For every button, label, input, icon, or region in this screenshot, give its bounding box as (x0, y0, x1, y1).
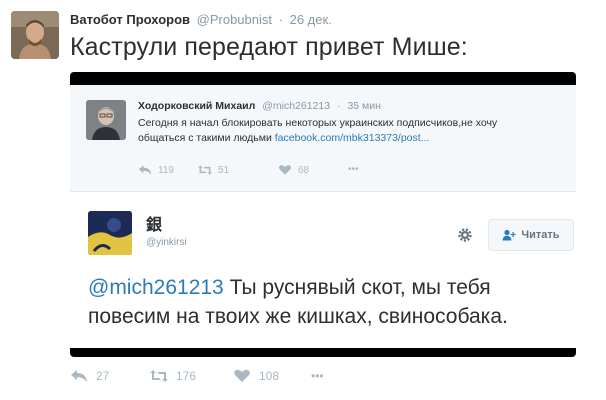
embedded-text-line-2: повесим на твоих же кишках, свинособака. (88, 305, 508, 328)
reply-count: 27 (96, 369, 110, 383)
author-avatar[interactable] (11, 11, 59, 59)
embedded-time: 35 мин (347, 100, 381, 112)
heart-icon (278, 165, 292, 175)
embedded-reply-count: 119 (158, 164, 174, 176)
follow-button-label: Читать (521, 229, 560, 241)
embedded-avatar-khodorkovsky (86, 100, 126, 140)
tweet: Ватобот Прохоров @Probubnist · 26 дек. К… (0, 0, 606, 400)
embedded-author-handle: @mich261213 (262, 100, 331, 112)
embedded-like-count: 68 (298, 164, 310, 176)
embedded-tweet-text-yinkirsi: @mich261213 Ты руснявый скот, мы тебя по… (88, 273, 572, 331)
author-avatar-image (11, 11, 59, 59)
embedded-text-line-2-prefix: общаться с такими людьми (138, 132, 275, 144)
reply-icon (138, 165, 152, 175)
add-user-icon (502, 229, 517, 241)
khodorkovsky-photo (86, 100, 126, 140)
embedded-author-name-yinkirsi: 銀 (146, 217, 163, 234)
like-count: 108 (259, 369, 280, 383)
author-handle[interactable]: @Probubnist (197, 12, 272, 27)
retweet-count: 176 (176, 369, 197, 383)
embedded-text-line-1: Сегодня я начал блокировать некоторых ук… (138, 117, 498, 129)
yinkirsi-avatar-image (88, 211, 132, 255)
embedded-dot: · (337, 100, 341, 112)
more-icon[interactable]: ••• (311, 369, 324, 383)
embedded-retweet-count: 51 (218, 164, 230, 176)
gear-icon-glyph (458, 228, 472, 242)
reply-icon[interactable] (70, 369, 88, 383)
embedded-facebook-link: facebook.com/mbk313373/post... (274, 132, 430, 144)
embedded-retweet: 51 (198, 164, 229, 176)
embedded-tweet-text: Сегодня я начал блокировать некоторых ук… (138, 116, 570, 146)
embedded-text-line-1-rest: Ты руснявый скот, мы тебя (223, 276, 491, 299)
mention-link: @mich261213 (88, 276, 224, 299)
embedded-tweet-khodorkovsky: Ходорковский Михаил @mich261213 · 35 мин… (70, 85, 576, 192)
embedded-more: ••• (348, 164, 359, 175)
retweet-icon[interactable] (150, 369, 168, 383)
gear-icon (456, 226, 474, 244)
embedded-author-name: Ходорковский Михаил (138, 100, 256, 112)
embedded-avatar-yinkirsi (88, 211, 132, 255)
retweet-icon (198, 165, 212, 175)
screenshot-content: Ходорковский Михаил @mich261213 · 35 мин… (70, 85, 576, 348)
embedded-more-icon: ••• (348, 164, 359, 175)
like-action[interactable]: 108 (233, 369, 279, 383)
retweet-action[interactable]: 176 (150, 369, 196, 383)
embedded-like: 68 (278, 164, 309, 176)
author-name[interactable]: Ватобот Прохоров (70, 12, 190, 27)
reply-action[interactable]: 27 (70, 369, 109, 383)
embedded-author-handle-yinkirsi: @yinkirsi (146, 237, 187, 248)
time-separator: · (278, 12, 283, 27)
embedded-header-khodorkovsky: Ходорковский Михаил @mich261213 · 35 мин (138, 100, 381, 113)
tweet-text: Каструли передают привет Мише: (70, 33, 468, 61)
follow-button: Читать (488, 219, 574, 251)
embedded-text-line-2: общаться с такими людьми facebook.com/mb… (138, 131, 570, 146)
attached-screenshot[interactable]: Ходорковский Михаил @mich261213 · 35 мин… (70, 72, 576, 357)
embedded-text-line-1: @mich261213 Ты руснявый скот, мы тебя (88, 273, 572, 302)
heart-icon[interactable] (233, 369, 251, 383)
embedded-reply: 119 (138, 164, 174, 176)
more-action[interactable]: ••• (311, 369, 324, 383)
tweet-timestamp[interactable]: 26 дек. (290, 12, 332, 27)
tweet-header: Ватобот Прохоров @Probubnist · 26 дек. (70, 12, 332, 28)
